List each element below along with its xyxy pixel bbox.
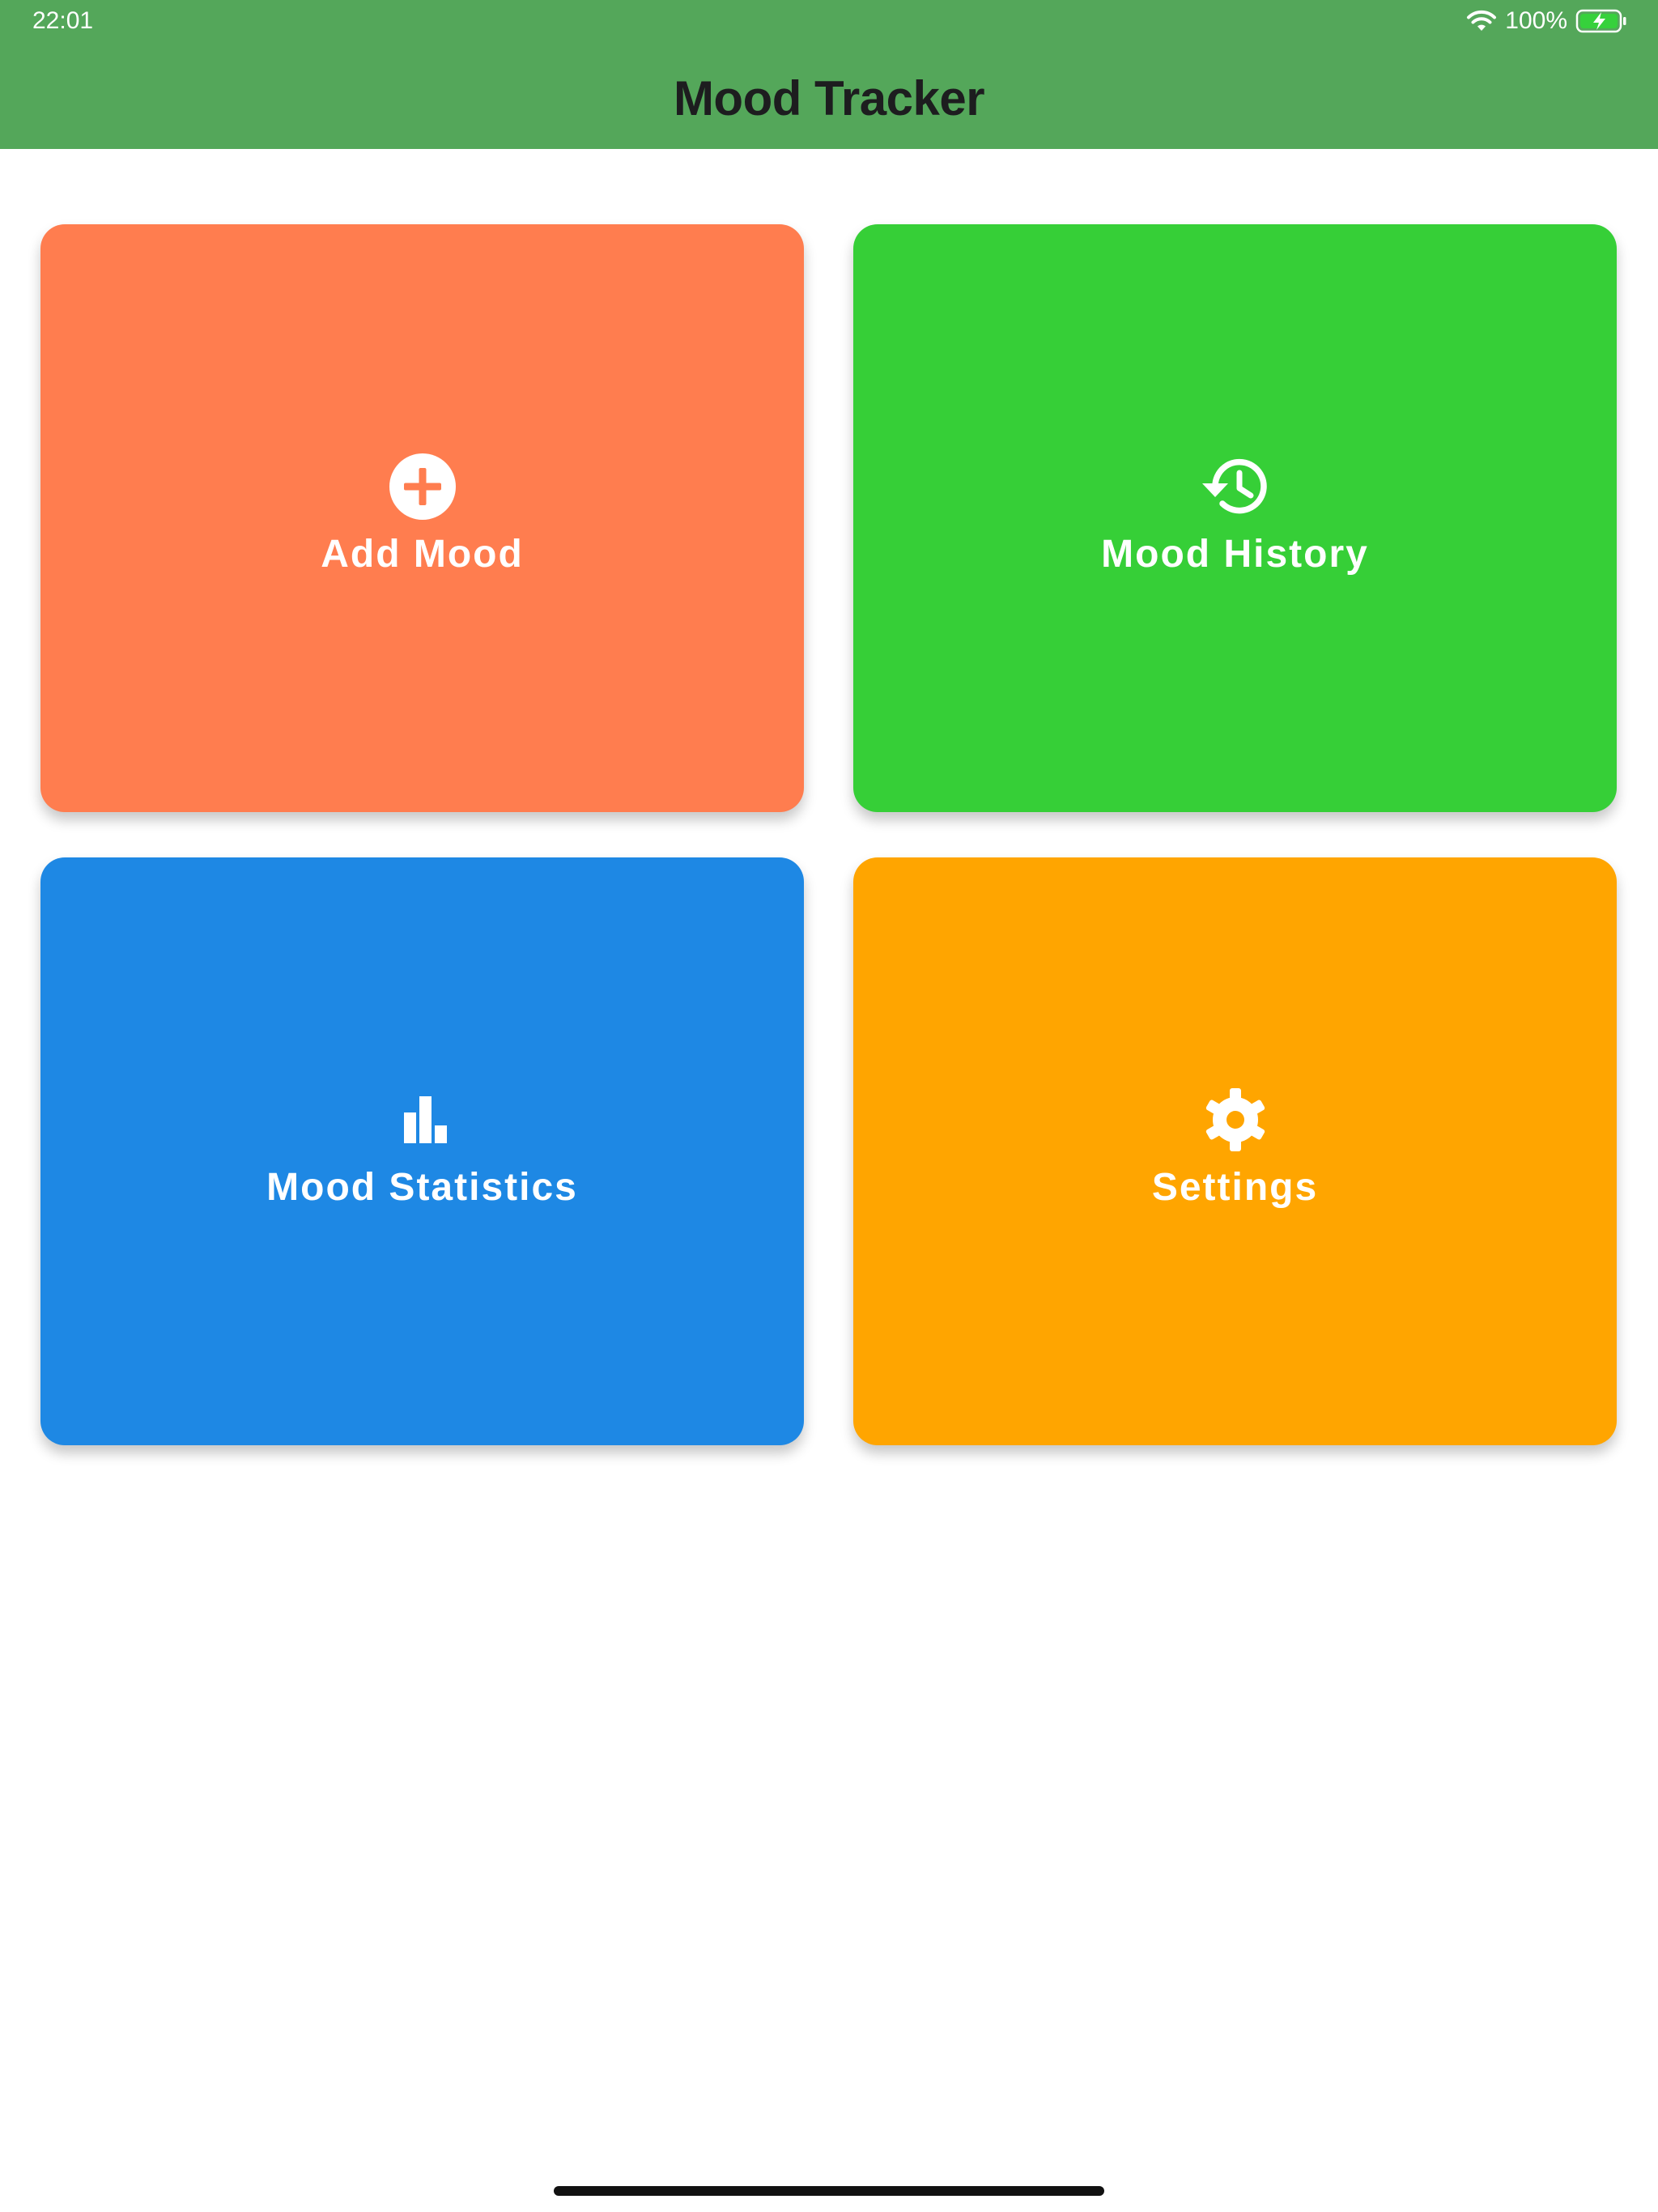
mood-history-label: Mood History <box>1101 533 1369 576</box>
status-time: 22:01 <box>32 7 94 34</box>
battery-percent: 100% <box>1505 7 1567 34</box>
bar-chart-icon <box>386 1083 459 1156</box>
home-indicator[interactable] <box>554 2186 1104 2196</box>
mood-statistics-label: Mood Statistics <box>266 1166 578 1209</box>
gear-icon <box>1199 1083 1272 1156</box>
status-indicators: 100% <box>1466 5 1627 37</box>
app-bar: 22:01 100% Mood Tracker <box>0 0 1658 149</box>
settings-label: Settings <box>1151 1166 1319 1209</box>
add-mood-button[interactable]: Add Mood <box>40 224 804 812</box>
settings-button[interactable]: Settings <box>853 857 1617 1445</box>
mood-statistics-button[interactable]: Mood Statistics <box>40 857 804 1445</box>
mood-history-button[interactable]: Mood History <box>853 224 1617 812</box>
battery-charging-icon <box>1575 8 1627 34</box>
history-icon <box>1199 450 1272 523</box>
wifi-icon <box>1466 9 1497 33</box>
add-circle-icon <box>386 450 459 523</box>
page-title: Mood Tracker <box>673 71 985 125</box>
add-mood-label: Add Mood <box>321 533 524 576</box>
